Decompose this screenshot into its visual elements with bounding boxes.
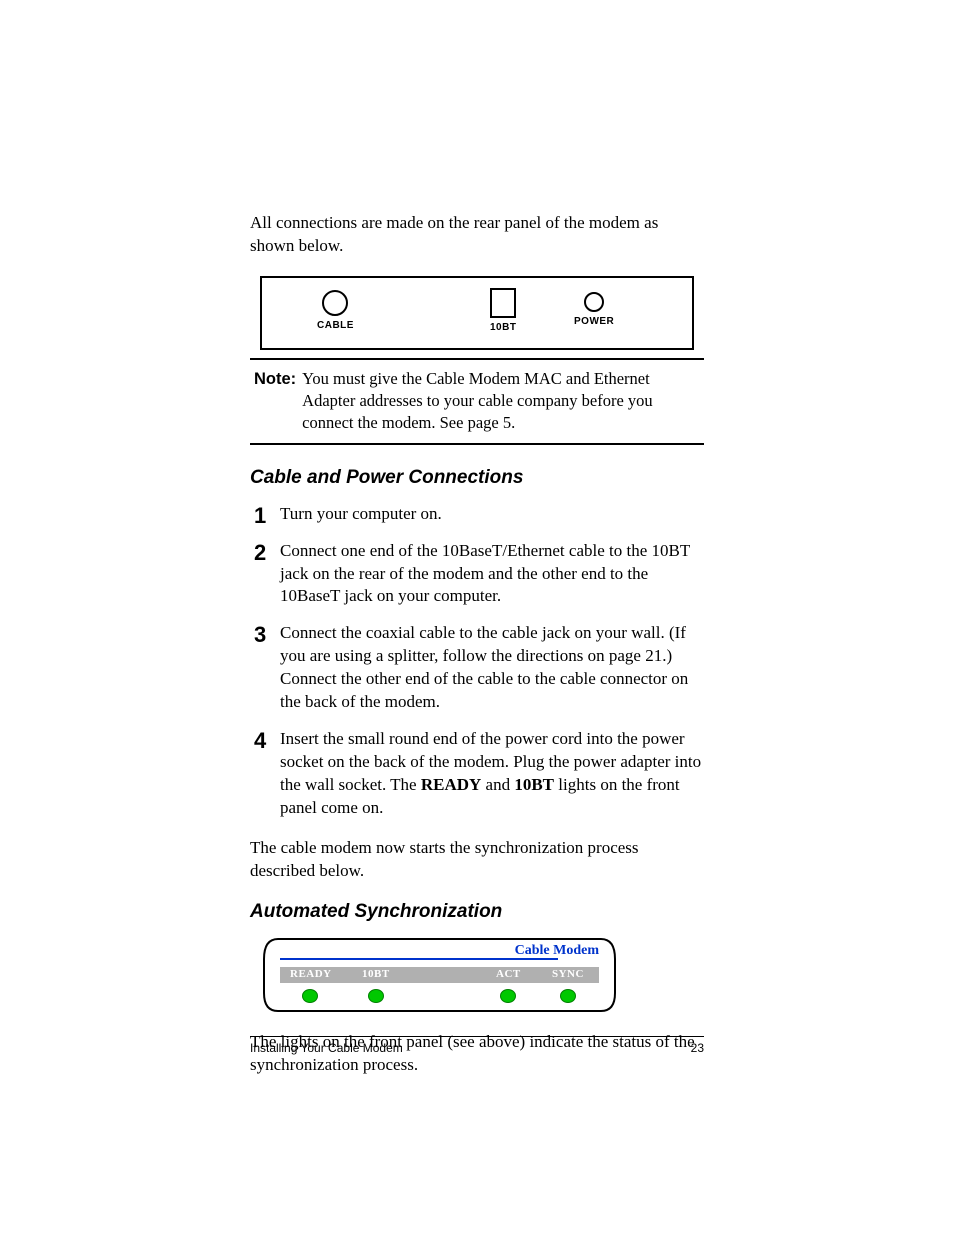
- footer-rule: [250, 1036, 704, 1037]
- note-text: You must give the Cable Modem MAC and Et…: [302, 368, 700, 435]
- step-4-part-c: and: [481, 775, 514, 794]
- port-cable: CABLE: [317, 290, 354, 331]
- led-sync-icon: [560, 989, 576, 1003]
- led-10bt-icon: [368, 989, 384, 1003]
- steps-list: Turn your computer on. Connect one end o…: [250, 503, 704, 820]
- page-footer: Installing Your Cable Modem 23: [250, 1036, 704, 1055]
- label-sync: SYNC: [552, 968, 584, 980]
- footer-title: Installing Your Cable Modem: [250, 1041, 403, 1055]
- heading-cable-power: Cable and Power Connections: [250, 467, 704, 489]
- power-connector-icon: [584, 292, 604, 312]
- port-10bt-label: 10BT: [490, 322, 516, 333]
- note-box: Note: You must give the Cable Modem MAC …: [250, 358, 704, 445]
- cable-connector-icon: [322, 290, 348, 316]
- step-4-ready: READY: [421, 775, 481, 794]
- port-10bt: 10BT: [490, 288, 516, 333]
- port-cable-label: CABLE: [317, 320, 354, 331]
- sync-intro-paragraph: The cable modem now starts the synchroni…: [250, 837, 704, 883]
- step-4-10bt: 10BT: [514, 775, 554, 794]
- step-1: Turn your computer on.: [250, 503, 704, 526]
- step-2: Connect one end of the 10BaseT/Ethernet …: [250, 540, 704, 609]
- port-power-label: POWER: [574, 316, 614, 327]
- label-10bt: 10BT: [362, 968, 390, 980]
- ethernet-port-icon: [490, 288, 516, 318]
- rear-panel-diagram: CABLE 10BT POWER: [260, 276, 694, 350]
- front-panel-diagram: Cable Modem READY 10BT ACT SYNC: [262, 937, 617, 1013]
- heading-automated-sync: Automated Synchronization: [250, 901, 704, 923]
- document-page: All connections are made on the rear pan…: [0, 0, 954, 1235]
- front-panel-title: Cable Modem: [515, 943, 599, 959]
- label-act: ACT: [496, 968, 521, 980]
- intro-paragraph: All connections are made on the rear pan…: [250, 212, 704, 258]
- led-ready-icon: [302, 989, 318, 1003]
- led-act-icon: [500, 989, 516, 1003]
- page-number: 23: [691, 1041, 704, 1055]
- step-3: Connect the coaxial cable to the cable j…: [250, 622, 704, 714]
- step-4: Insert the small round end of the power …: [250, 728, 704, 820]
- port-power: POWER: [574, 292, 614, 327]
- label-ready: READY: [290, 968, 332, 980]
- note-label: Note:: [254, 368, 296, 435]
